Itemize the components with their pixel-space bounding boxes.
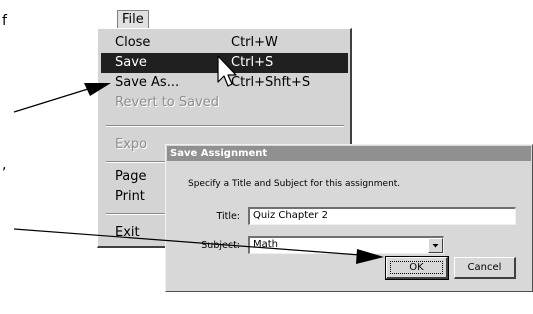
dropdown-button[interactable] <box>428 238 443 253</box>
menu-item-label: Expo <box>115 137 148 152</box>
menu-item-revert-to-saved[interactable]: Revert to Saved <box>101 93 348 113</box>
title-label: Title: <box>216 211 240 222</box>
cancel-button-label: Cancel <box>467 262 502 273</box>
dialog-title: Save Assignment <box>167 146 531 161</box>
menu-item-label: Revert to Saved <box>115 95 220 110</box>
menu-item-close[interactable]: Close Ctrl+W <box>101 33 348 53</box>
chevron-down-icon <box>432 244 439 248</box>
menu-item-label: Page <box>115 169 147 184</box>
menu-item-save[interactable]: Save Ctrl+S <box>101 53 348 73</box>
cropped-text-fragment: f <box>2 13 7 29</box>
cancel-button[interactable]: Cancel <box>454 257 516 279</box>
menu-item-save-as[interactable]: Save As... Ctrl+Shft+S <box>101 73 348 93</box>
menu-item-label: Close <box>115 35 151 50</box>
subject-select[interactable]: Math <box>248 236 444 254</box>
menu-item-label: Print <box>115 189 145 204</box>
menu-item-label: Save <box>115 55 147 70</box>
menu-item-shortcut: Ctrl+Shft+S <box>231 75 311 90</box>
ok-button[interactable]: OK <box>385 256 449 280</box>
menu-file[interactable]: File <box>117 10 149 29</box>
menu-item-shortcut: Ctrl+S <box>231 55 274 70</box>
save-assignment-dialog: Save Assignment Specify a Title and Subj… <box>165 144 533 292</box>
subject-select-value: Math <box>253 239 279 250</box>
menu-item-shortcut: Ctrl+W <box>231 35 278 50</box>
menu-item-label: Exit <box>115 225 140 240</box>
focus-ring <box>390 261 443 274</box>
menu-separator <box>106 125 344 127</box>
title-input[interactable]: Quiz Chapter 2 <box>248 207 516 225</box>
cropped-text-fragment: , <box>2 157 7 173</box>
menu-item-label: Save As... <box>115 75 180 90</box>
subject-label: Subject: <box>201 240 240 251</box>
dialog-instruction: Specify a Title and Subject for this ass… <box>188 179 401 189</box>
